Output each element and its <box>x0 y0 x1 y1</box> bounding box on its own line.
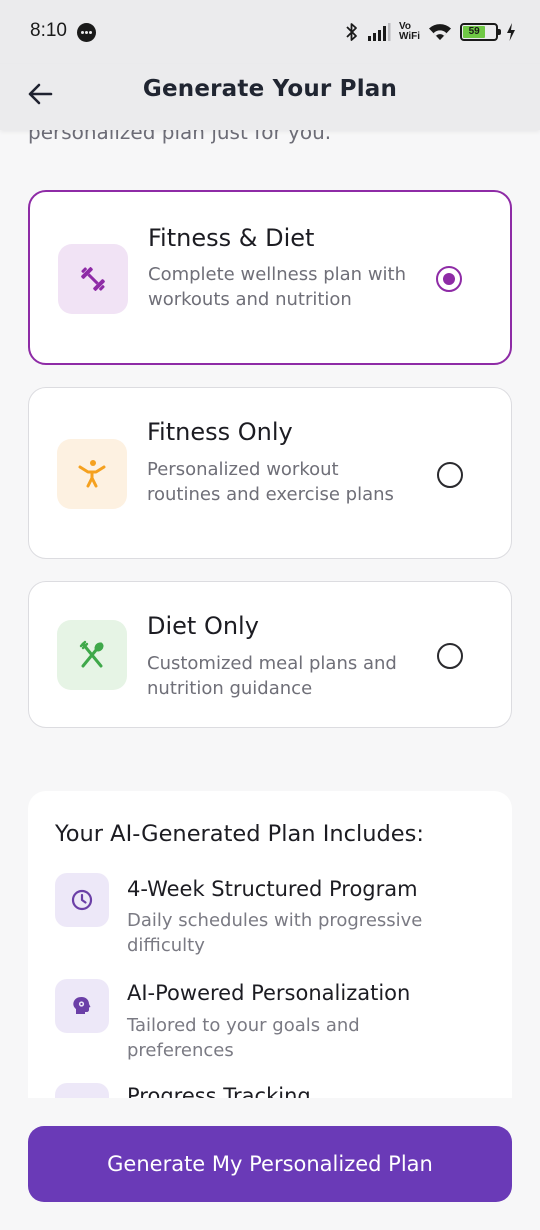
feature-title: AI-Powered Personalization <box>127 981 411 1005</box>
status-bar: 8:10 Vo WiFi 59 <box>0 0 540 64</box>
feature-description: Daily schedules with progressive difficu… <box>127 910 423 956</box>
dumbbell-icon <box>81 267 105 291</box>
feature-icon-box <box>55 873 109 927</box>
charging-icon <box>507 23 515 41</box>
generate-plan-button[interactable]: Generate My Personalized Plan <box>28 1126 512 1202</box>
volte-bottom: WiFi <box>398 31 420 42</box>
feature-icon-box <box>55 979 109 1033</box>
plan-radio[interactable] <box>437 462 463 488</box>
feature-title: Progress Tracking <box>127 1084 311 1098</box>
plan-description: Customized meal plans and nutrition guid… <box>147 653 397 699</box>
plan-title: Fitness & Diet <box>148 224 315 252</box>
includes-title: Your AI-Generated Plan Includes: <box>55 821 424 847</box>
app-header: Generate Your Plan <box>0 64 540 130</box>
plan-option-fitness-diet[interactable]: Fitness & Diet Complete wellness plan wi… <box>28 190 512 365</box>
plan-description: Personalized workout routines and exerci… <box>147 459 394 505</box>
volte-label: Vo WiFi <box>399 22 420 42</box>
bluetooth-icon <box>346 23 357 41</box>
signal-icon <box>367 23 391 41</box>
bottom-action-bar: Generate My Personalized Plan <box>0 1098 540 1230</box>
clock-icon <box>71 889 93 911</box>
wifi-icon <box>429 24 451 40</box>
brain-head-icon <box>73 997 91 1014</box>
feature-description: Tailored to your goals and preferences <box>127 1015 360 1061</box>
status-time: 8:10 <box>30 20 67 41</box>
fork-spoon-icon <box>79 640 104 668</box>
plan-icon-box <box>57 439 127 509</box>
page-title: Generate Your Plan <box>142 76 398 102</box>
plan-includes-card: Your AI-Generated Plan Includes: 4-Week … <box>28 791 512 1098</box>
battery-level: 59 <box>463 26 486 38</box>
plan-icon-box <box>57 620 127 690</box>
status-icons: Vo WiFi 59 <box>345 18 516 46</box>
chat-bubble-icon <box>77 23 96 42</box>
battery-icon: 59 <box>460 23 501 41</box>
feature-title: 4-Week Structured Program <box>127 877 418 901</box>
plan-option-fitness-only[interactable]: Fitness Only Personalized workout routin… <box>28 387 512 559</box>
content-scroll-area[interactable]: personalized plan just for you. Fitness … <box>0 130 540 1098</box>
plan-radio[interactable] <box>437 643 463 669</box>
plan-radio-selected[interactable] <box>436 266 462 292</box>
plan-title: Fitness Only <box>147 418 293 446</box>
exercise-figure-icon <box>78 460 106 488</box>
plan-option-diet-only[interactable]: Diet Only Customized meal plans and nutr… <box>28 581 512 728</box>
chart-icon <box>55 1083 109 1098</box>
plan-description: Complete wellness plan with workouts and… <box>148 264 407 310</box>
plan-title: Diet Only <box>147 612 259 640</box>
plan-icon-box <box>58 244 128 314</box>
page-subtitle: personalized plan just for you. <box>28 130 332 144</box>
